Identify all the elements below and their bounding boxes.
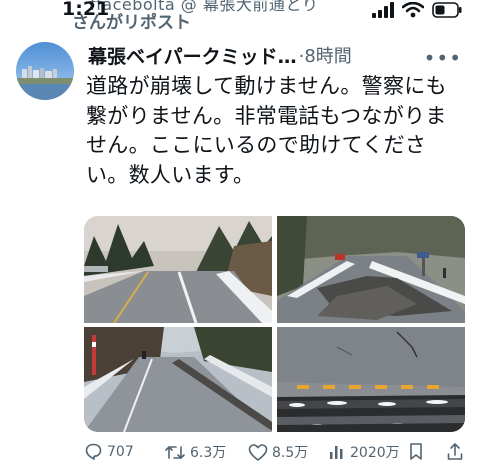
media-grid: [84, 216, 465, 432]
heart-icon: [248, 443, 268, 461]
like-button[interactable]: 8.5万: [248, 442, 308, 462]
reply-button[interactable]: 707: [84, 442, 134, 461]
post-timestamp[interactable]: ·8時間: [299, 42, 352, 68]
wifi-icon: [402, 2, 424, 18]
tweet-header: 幕張ベイパークミッド… ·8時間 •••: [88, 40, 466, 71]
photo-1[interactable]: [84, 216, 272, 323]
tweet-text: 道路が崩壊して動けません。警察にも繋がりません。非常電話もつながりません。ここに…: [86, 74, 447, 187]
avatar[interactable]: [16, 42, 74, 100]
repost-indicator[interactable]: さんがリポスト: [72, 8, 191, 33]
repost-count: 6.3万: [190, 445, 227, 461]
repost-icon: [165, 445, 185, 459]
reply-count: 707: [107, 443, 134, 460]
repost-button[interactable]: 6.3万: [164, 442, 226, 462]
photo-4[interactable]: [277, 327, 465, 432]
views-count: 2020万: [350, 445, 400, 461]
share-button[interactable]: [446, 442, 464, 461]
author-display-name[interactable]: 幕張ベイパークミッド…: [88, 42, 297, 69]
views-button[interactable]: 2020万: [328, 442, 400, 462]
cellular-signal-icon: [372, 2, 394, 18]
battery-icon: [432, 2, 462, 18]
more-options-icon[interactable]: •••: [424, 46, 462, 70]
views-chart-icon: [330, 446, 343, 459]
photo-3[interactable]: [84, 327, 272, 432]
bookmark-icon: [410, 443, 422, 460]
like-count: 8.5万: [272, 445, 309, 461]
reply-icon: [85, 443, 102, 460]
bookmark-button[interactable]: [408, 442, 424, 461]
share-icon: [447, 443, 463, 460]
action-bar: 707 6.3万 8.5万 2020万: [84, 442, 470, 466]
system-icons: [372, 2, 462, 18]
photo-2[interactable]: [277, 216, 465, 323]
